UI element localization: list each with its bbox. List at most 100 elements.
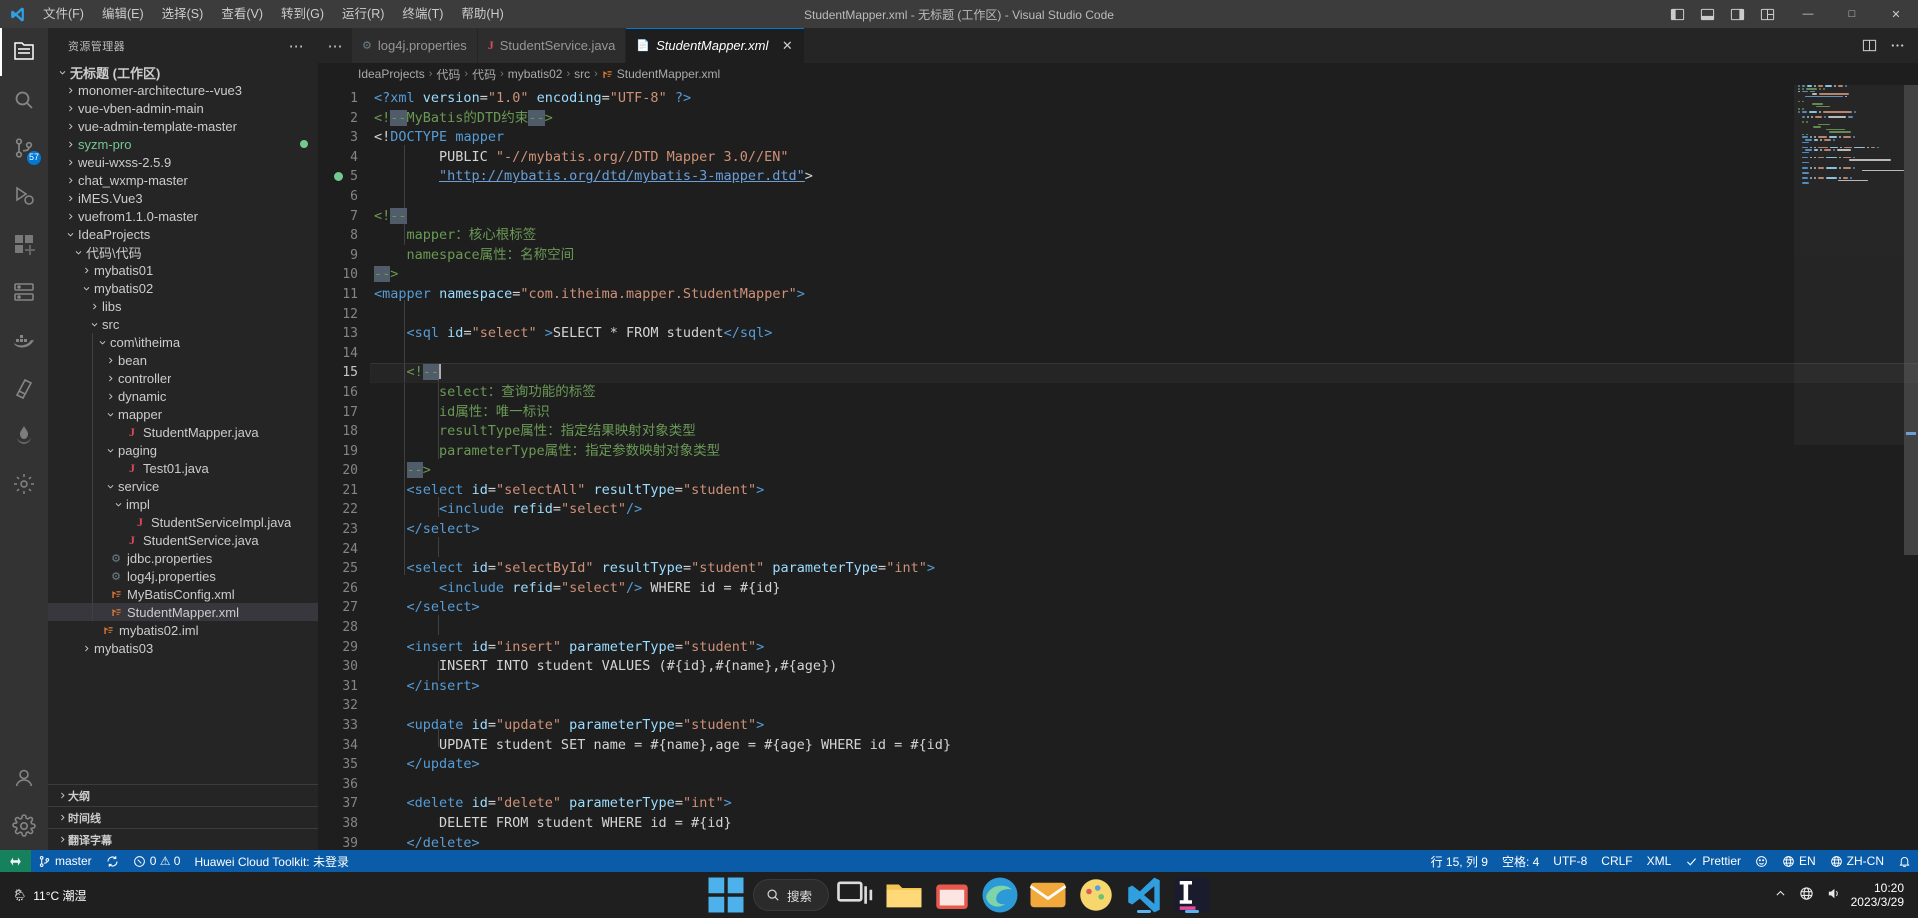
tree-item-chat-wxmp-master[interactable]: chat_wxmp-master <box>48 171 318 189</box>
code-line[interactable]: <select id="selectAll" resultType="stude… <box>370 481 1918 501</box>
tree-item-impl[interactable]: impl <box>48 495 318 513</box>
tree-item-mybatis02[interactable]: mybatis02 <box>48 279 318 297</box>
chevron-up-icon[interactable] <box>1774 887 1787 903</box>
tree-item-mapper[interactable]: mapper <box>48 405 318 423</box>
code-line[interactable]: <include refid="select"/> <box>370 500 1918 520</box>
chevron-down-icon[interactable] <box>104 405 116 423</box>
tree-item-ideaprojects[interactable]: IdeaProjects <box>48 225 318 243</box>
code-line[interactable]: <include refid="select"/> WHERE id = #{i… <box>370 579 1918 599</box>
status-huawei-toolkit[interactable]: Huawei Cloud Toolkit: 未登录 <box>187 850 356 872</box>
chevron-down-icon[interactable] <box>104 477 116 495</box>
start-windows-icon[interactable] <box>705 875 747 915</box>
tree-item-studentserviceimpl.java[interactable]: JStudentServiceImpl.java <box>48 513 318 531</box>
idea-icon[interactable] <box>1171 875 1213 915</box>
code-line[interactable]: id属性：唯一标识 <box>370 403 1918 423</box>
breadcrumb-item[interactable]: mybatis02 <box>508 67 563 81</box>
chevron-right-icon[interactable] <box>88 297 100 315</box>
sidebar-section-timeline[interactable]: 时间线 <box>48 806 318 828</box>
chevron-right-icon[interactable] <box>104 351 116 369</box>
tab-log4j-properties[interactable]: ⚙ log4j.properties <box>352 28 478 63</box>
tree-item-log4j.properties[interactable]: ⚙log4j.properties <box>48 567 318 585</box>
status-branch[interactable]: master <box>31 850 99 872</box>
chevron-right-icon[interactable] <box>64 171 76 189</box>
chevron-right-icon[interactable] <box>64 153 76 171</box>
tree-item-bean[interactable]: bean <box>48 351 318 369</box>
chevron-right-icon[interactable] <box>64 117 76 135</box>
status-input-method[interactable]: EN <box>1775 850 1823 872</box>
breadcrumb-item[interactable]: src <box>574 67 590 81</box>
code-line[interactable]: <?xml version="1.0" encoding="UTF-8" ?> <box>370 89 1918 109</box>
code-line[interactable]: <mapper namespace="com.itheima.mapper.St… <box>370 285 1918 305</box>
chevron-down-icon[interactable] <box>64 225 76 243</box>
status-indentation[interactable]: 空格: 4 <box>1495 850 1546 872</box>
taskbar-weather-widget[interactable]: 🌦 11°C 潮湿 <box>0 887 200 904</box>
tree-item-jdbc.properties[interactable]: ⚙jdbc.properties <box>48 549 318 567</box>
code-line[interactable]: parameterType属性：指定参数映射对象类型 <box>370 442 1918 462</box>
network-icon[interactable] <box>1799 886 1814 904</box>
minimap-slider[interactable] <box>1794 85 1904 445</box>
chevron-down-icon[interactable] <box>80 279 92 297</box>
code-line[interactable]: <sql id="select" >SELECT * FROM student<… <box>370 324 1918 344</box>
sidebar-more-actions-icon[interactable]: ⋯ <box>283 37 310 55</box>
code-line[interactable] <box>370 775 1918 795</box>
code-content[interactable]: <?xml version="1.0" encoding="UTF-8" ?> <… <box>370 85 1918 850</box>
activity-source-control-icon[interactable]: 57 <box>0 124 48 172</box>
chevron-right-icon[interactable] <box>80 639 92 657</box>
chevron-right-icon[interactable] <box>64 135 76 153</box>
tab-studentservice-java[interactable]: J StudentService.java <box>478 28 627 63</box>
tree-item-syzm-pro[interactable]: syzm-pro <box>48 135 318 153</box>
tree-item-test01.java[interactable]: JTest01.java <box>48 459 318 477</box>
sidebar-section-subtitles[interactable]: 翻译字幕 <box>48 828 318 850</box>
status-feedback[interactable] <box>1748 850 1775 872</box>
chevron-down-icon[interactable] <box>88 315 100 333</box>
tree-item-studentmapper.xml[interactable]: StudentMapper.xml <box>48 603 318 621</box>
menu-run[interactable]: 运行(R) <box>333 0 393 28</box>
tree-item-weui-wxss-2.5.9[interactable]: weui-wxss-2.5.9 <box>48 153 318 171</box>
menu-selection[interactable]: 选择(S) <box>153 0 213 28</box>
tree-item--[interactable]: 代码\代码 <box>48 243 318 261</box>
code-line[interactable]: resultType属性：指定结果映射对象类型 <box>370 422 1918 442</box>
code-line[interactable] <box>370 187 1918 207</box>
store-icon[interactable] <box>931 875 973 915</box>
menu-bar[interactable]: 文件(F) 编辑(E) 选择(S) 查看(V) 转到(G) 运行(R) 终端(T… <box>34 0 513 28</box>
menu-go[interactable]: 转到(G) <box>272 0 333 28</box>
tree-item-controller[interactable]: controller <box>48 369 318 387</box>
taskbar-search-box[interactable]: 搜索 <box>753 879 829 911</box>
layout-grid-icon[interactable] <box>1752 0 1782 28</box>
tree-item-mybatis02.iml[interactable]: mybatis02.iml <box>48 621 318 639</box>
breadcrumb-item[interactable]: StudentMapper.xml <box>602 67 720 81</box>
chevron-down-icon[interactable] <box>104 441 116 459</box>
breadcrumb-item[interactable]: 代码 <box>472 66 496 83</box>
tab-close-icon[interactable]: ✕ <box>780 38 794 54</box>
tree-item-service[interactable]: service <box>48 477 318 495</box>
menu-view[interactable]: 查看(V) <box>212 0 272 28</box>
panel-left-icon[interactable] <box>1662 0 1692 28</box>
chevron-down-icon[interactable] <box>96 333 108 351</box>
tree-item-vue-admin-template-master[interactable]: vue-admin-template-master <box>48 117 318 135</box>
volume-icon[interactable] <box>1826 886 1841 904</box>
window-minimize-button[interactable]: — <box>1786 0 1830 28</box>
panel-bottom-icon[interactable] <box>1692 0 1722 28</box>
paint-icon[interactable] <box>1075 875 1117 915</box>
code-line[interactable] <box>370 696 1918 716</box>
code-line[interactable]: <!-- <box>370 207 1918 227</box>
code-line[interactable]: <update id="update" parameterType="stude… <box>370 716 1918 736</box>
code-line[interactable]: <!-- <box>370 363 1918 383</box>
code-line[interactable]: </insert> <box>370 677 1918 697</box>
tree-item-src[interactable]: src <box>48 315 318 333</box>
status-sync[interactable] <box>99 850 126 872</box>
editor-more-actions-icon[interactable] <box>1884 28 1910 63</box>
status-eol[interactable]: CRLF <box>1594 850 1639 872</box>
chevron-right-icon[interactable] <box>64 81 76 99</box>
chevron-right-icon[interactable] <box>64 99 76 117</box>
tree-item-mybatis01[interactable]: mybatis01 <box>48 261 318 279</box>
code-line[interactable] <box>370 618 1918 638</box>
vscode-icon[interactable] <box>1123 875 1165 915</box>
taskbar-clock[interactable]: 10:20 2023/3/29 <box>1851 881 1908 909</box>
mail-icon[interactable] <box>1027 875 1069 915</box>
menu-help[interactable]: 帮助(H) <box>452 0 512 28</box>
code-line[interactable]: </delete> <box>370 834 1918 850</box>
task-view-icon[interactable] <box>835 875 877 915</box>
chevron-right-icon[interactable] <box>64 207 76 225</box>
code-line[interactable]: namespace属性：名称空间 <box>370 246 1918 266</box>
